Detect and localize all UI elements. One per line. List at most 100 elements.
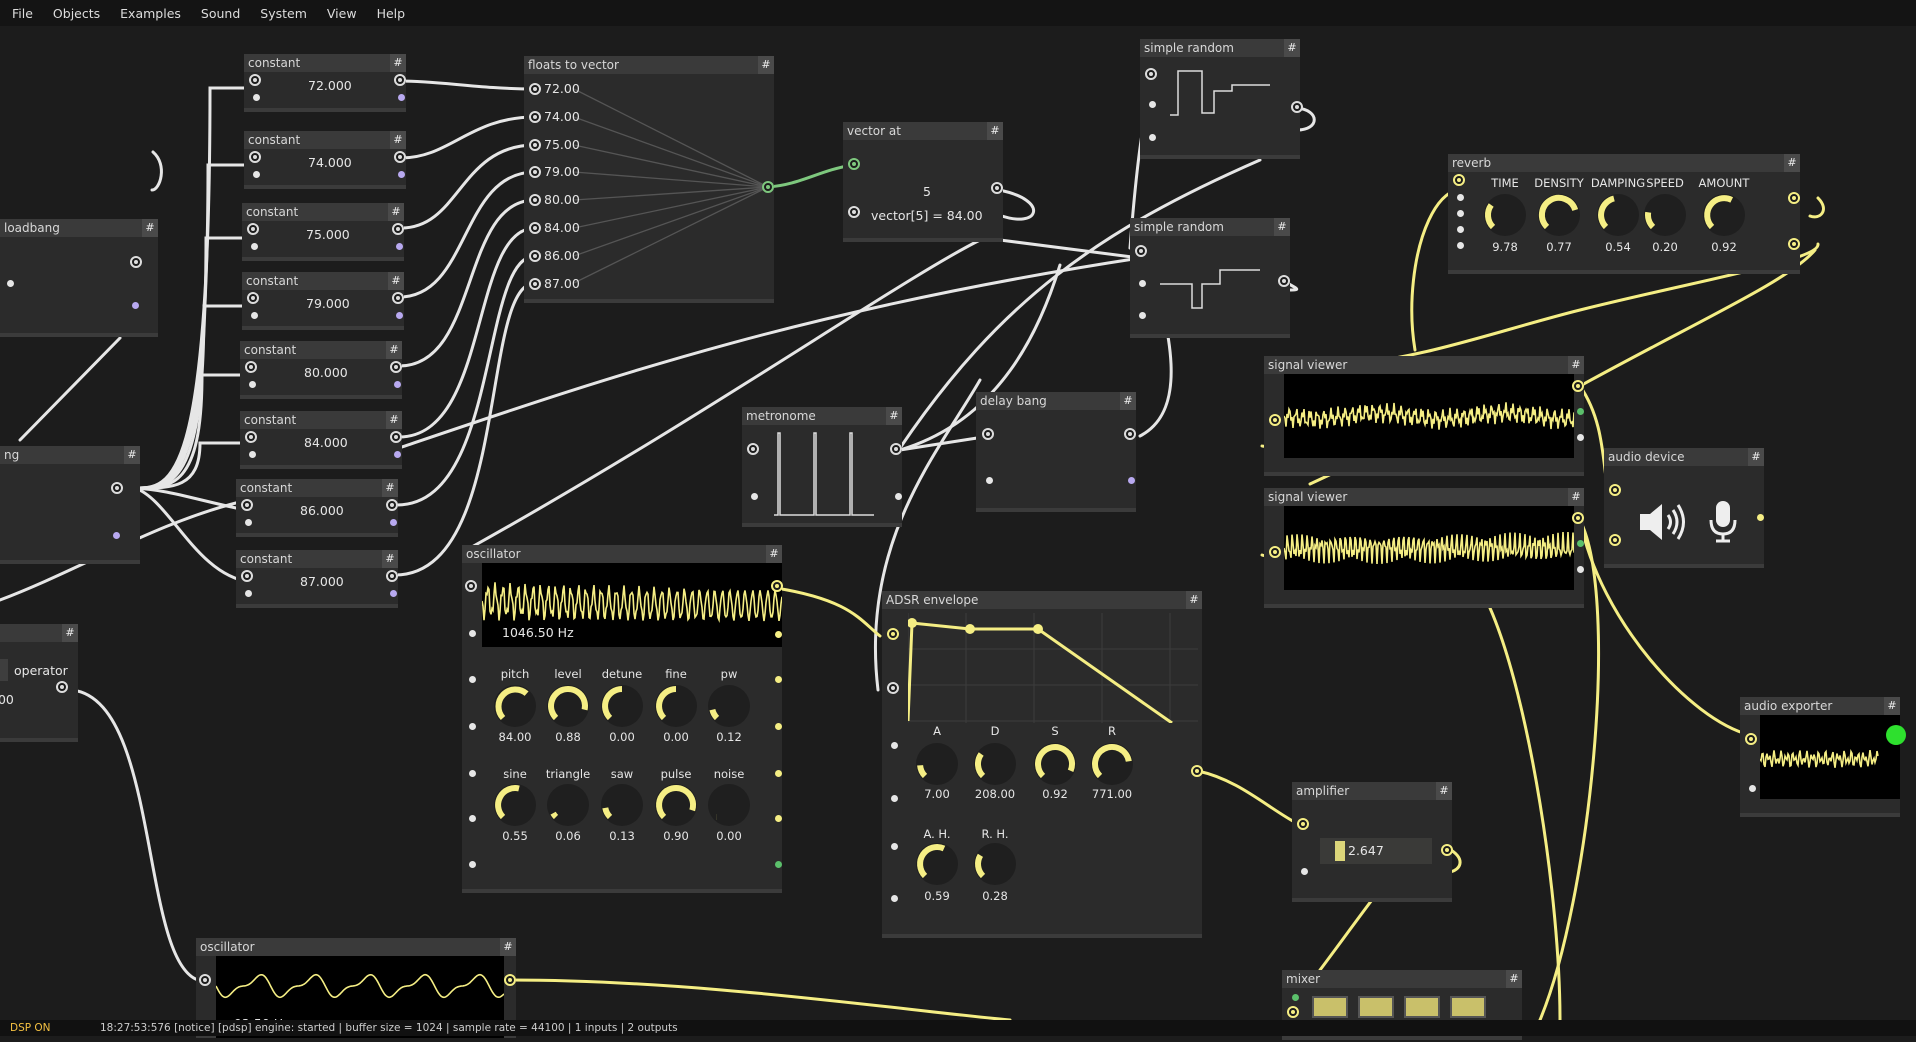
knob-dial[interactable] bbox=[706, 683, 752, 729]
simple-random-node[interactable]: simple random # bbox=[1140, 39, 1303, 159]
signal-outlet-port[interactable] bbox=[1572, 512, 1584, 524]
node-header[interactable]: constant # bbox=[236, 550, 398, 568]
outlet-port[interactable] bbox=[390, 431, 402, 443]
constant-value[interactable]: 72.000 bbox=[308, 78, 352, 93]
node-header[interactable]: ng # bbox=[0, 446, 140, 464]
adsr-envelope-node[interactable]: ADSR envelope # A 7.00 D 208.00 S 0.92 R 771… bbox=[882, 591, 1203, 938]
knob-dial[interactable] bbox=[706, 782, 752, 828]
node-header[interactable]: constant # bbox=[242, 272, 404, 290]
inlet-port[interactable] bbox=[241, 499, 253, 511]
metronome-node[interactable]: metronome # bbox=[742, 407, 902, 527]
knob-dial[interactable] bbox=[492, 683, 538, 729]
knob-dial[interactable] bbox=[1595, 192, 1641, 238]
node-menu-button[interactable]: # bbox=[886, 407, 902, 425]
knob-dial[interactable] bbox=[1032, 741, 1078, 787]
inlet-dot[interactable] bbox=[891, 895, 898, 902]
node-header[interactable]: constant # bbox=[240, 341, 402, 359]
outlet-port[interactable] bbox=[111, 482, 123, 494]
node-header[interactable]: simple random # bbox=[1130, 218, 1290, 236]
mixer-fader-4[interactable] bbox=[1450, 996, 1486, 1018]
node-menu-button[interactable]: # bbox=[1186, 591, 1202, 609]
inlet-dot[interactable] bbox=[751, 493, 758, 500]
inlet-dot[interactable] bbox=[986, 477, 993, 484]
outlet-port[interactable] bbox=[390, 361, 402, 373]
inlet-port[interactable] bbox=[245, 431, 257, 443]
inlet-dot[interactable] bbox=[1301, 868, 1308, 875]
mixer-fader-1[interactable] bbox=[1312, 996, 1348, 1018]
inlet-dot[interactable] bbox=[891, 742, 898, 749]
outlet-dot[interactable] bbox=[775, 631, 782, 638]
node-header[interactable]: signal viewer # bbox=[1264, 356, 1584, 374]
float-inlet-port[interactable] bbox=[529, 222, 541, 234]
simple-random-node[interactable]: simple random # bbox=[1130, 218, 1290, 338]
node-header[interactable]: audio exporter # bbox=[1740, 697, 1900, 715]
outlet-dot[interactable] bbox=[113, 532, 120, 539]
float-inlet-port[interactable] bbox=[529, 277, 541, 290]
node-header[interactable]: audio device # bbox=[1604, 448, 1764, 466]
node-menu-button[interactable]: # bbox=[1284, 39, 1300, 57]
node-menu-button[interactable]: # bbox=[386, 411, 402, 429]
audio-outlet-port[interactable] bbox=[771, 580, 783, 592]
inlet-port[interactable] bbox=[245, 361, 257, 373]
outlet-port[interactable] bbox=[56, 681, 68, 693]
vector-inlet-port[interactable] bbox=[848, 158, 860, 170]
knob-dial[interactable] bbox=[914, 741, 960, 787]
outlet-dot[interactable] bbox=[398, 171, 405, 178]
knob-dial[interactable] bbox=[914, 841, 960, 887]
outlet-dot[interactable] bbox=[390, 590, 397, 597]
outlet-port[interactable] bbox=[392, 223, 404, 235]
node-header[interactable]: delay bang # bbox=[976, 392, 1136, 410]
inlet-port[interactable] bbox=[747, 443, 759, 455]
inlet-dot[interactable] bbox=[249, 451, 256, 458]
node-header[interactable]: # bbox=[0, 624, 78, 642]
knob-dial[interactable] bbox=[545, 683, 591, 729]
amplifier-node[interactable]: amplifier # 2.647 bbox=[1292, 782, 1453, 902]
knob-dial[interactable] bbox=[972, 841, 1018, 887]
outlet-dot[interactable] bbox=[1577, 434, 1584, 441]
reverb-node[interactable]: reverb # TIME 9.78 DENSITY 0.77 DAMPING 0.5… bbox=[1448, 154, 1800, 274]
outlet-port[interactable] bbox=[394, 74, 406, 86]
float-inlet-port[interactable] bbox=[529, 138, 541, 151]
inlet-dot[interactable] bbox=[469, 815, 476, 822]
node-header[interactable]: constant # bbox=[244, 54, 406, 72]
node-header[interactable]: constant # bbox=[242, 203, 404, 221]
inlet-dot[interactable] bbox=[1457, 242, 1464, 249]
node-header[interactable]: vector at # bbox=[843, 122, 1003, 140]
node-menu-button[interactable]: # bbox=[390, 54, 406, 72]
operator-node[interactable]: # operator 000 bbox=[0, 624, 78, 742]
outlet-port[interactable] bbox=[130, 256, 142, 268]
outlet-dot[interactable] bbox=[394, 451, 401, 458]
outlet-dot[interactable] bbox=[775, 815, 782, 822]
knob-dial[interactable] bbox=[1701, 192, 1747, 238]
knob-dial[interactable] bbox=[599, 782, 645, 828]
audio-outlet-right-port[interactable] bbox=[1788, 238, 1800, 250]
outlet-dot[interactable] bbox=[398, 94, 405, 101]
outlet-dot[interactable] bbox=[1128, 477, 1135, 484]
node-header[interactable]: simple random # bbox=[1140, 39, 1300, 57]
knob-dial[interactable] bbox=[1482, 192, 1528, 238]
dsp-status[interactable]: DSP ON bbox=[10, 1020, 51, 1036]
inlet-dot[interactable] bbox=[249, 381, 256, 388]
node-header[interactable]: oscillator # bbox=[196, 938, 516, 956]
outlet-port[interactable] bbox=[1278, 275, 1290, 287]
constant-value[interactable]: 75.000 bbox=[306, 227, 350, 242]
inlet-port[interactable] bbox=[982, 428, 994, 440]
knob-dial[interactable] bbox=[1536, 192, 1582, 238]
inlet-dot[interactable] bbox=[1149, 134, 1156, 141]
inlet-dot[interactable] bbox=[1749, 785, 1756, 792]
inlet-dot[interactable] bbox=[891, 795, 898, 802]
outlet-port[interactable] bbox=[386, 570, 398, 582]
knob-dial[interactable] bbox=[492, 782, 538, 828]
float-inlet-port[interactable] bbox=[529, 110, 541, 123]
inlet-dot[interactable] bbox=[245, 519, 252, 526]
outlet-dot[interactable] bbox=[390, 519, 397, 526]
node-menu-button[interactable]: # bbox=[382, 550, 398, 568]
outlet-dot[interactable] bbox=[1577, 566, 1584, 573]
inlet-dot[interactable] bbox=[1149, 101, 1156, 108]
left-inlet-port[interactable] bbox=[1609, 484, 1621, 496]
inlet-dot[interactable] bbox=[469, 770, 476, 777]
index-inlet-port[interactable] bbox=[848, 206, 860, 218]
signal-viewer-node[interactable]: signal viewer # bbox=[1264, 356, 1584, 476]
inlet-dot[interactable] bbox=[253, 94, 260, 101]
inlet-dot[interactable] bbox=[469, 723, 476, 730]
